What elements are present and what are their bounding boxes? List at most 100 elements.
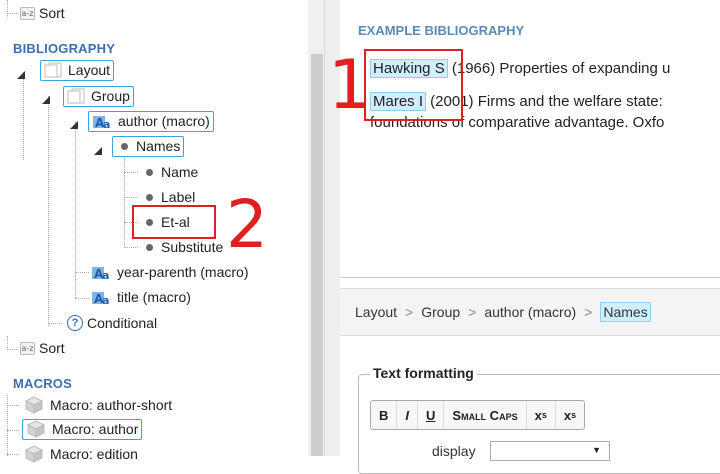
tree-node-macro-author[interactable]: Macro: author: [22, 418, 143, 440]
group-icon: [67, 88, 85, 104]
breadcrumb-separator: >: [584, 304, 593, 320]
bullet-icon: [146, 243, 153, 251]
bullet-icon: [146, 168, 153, 176]
tree-node-author-macro[interactable]: Aa author (macro): [88, 110, 214, 132]
tree-node-title-macro[interactable]: Aa title (macro): [91, 287, 191, 307]
macro-cube-icon: [24, 445, 44, 463]
tree-line: [124, 197, 138, 198]
tree-node-macro-author-short[interactable]: Macro: author-short: [22, 395, 172, 415]
superscript-mark: s: [541, 410, 547, 420]
collapse-toggle-icon[interactable]: [17, 66, 25, 79]
breadcrumb-item-author-macro[interactable]: author (macro): [484, 304, 576, 320]
tree-node-names[interactable]: Names: [112, 135, 185, 157]
tree-line: [75, 298, 89, 299]
tree-line: [23, 72, 24, 160]
bullet-icon: [121, 142, 128, 150]
display-label: display: [432, 443, 476, 459]
breadcrumb-item-group[interactable]: Group: [421, 304, 460, 320]
node-label: Sort: [39, 5, 65, 21]
svg-text:a: a: [103, 118, 110, 130]
tree-line: [7, 405, 19, 406]
svg-text:a: a: [102, 294, 109, 306]
breadcrumb-separator: >: [405, 304, 414, 320]
breadcrumb: Layout > Group > author (macro) > Names: [340, 288, 720, 336]
bib-entry-text: (1966) Properties of expanding u: [447, 60, 671, 77]
bold-button[interactable]: B: [371, 401, 398, 429]
breadcrumb-item-names[interactable]: Names: [600, 302, 651, 322]
tree-line: [48, 323, 62, 324]
tree-node-sort-bottom[interactable]: a-z Sort: [20, 338, 65, 358]
node-label: Label: [161, 189, 196, 205]
annotation-number-2: 2: [226, 186, 268, 263]
annotation-box-2: [132, 205, 216, 239]
macro-cube-icon: [24, 396, 44, 414]
superscript-x: x: [534, 407, 542, 423]
breadcrumb-item-layout[interactable]: Layout: [355, 304, 397, 320]
node-label: Names: [136, 138, 181, 154]
node-editor: Text formatting B I U Small Caps xs xs d…: [340, 337, 720, 474]
collapse-toggle-icon[interactable]: [94, 142, 102, 155]
tree-line: [75, 272, 89, 273]
display-select[interactable]: ▼: [490, 441, 610, 461]
tree-line: [48, 96, 49, 326]
tree-node-group[interactable]: Group: [63, 85, 134, 107]
tree-line: [7, 0, 8, 18]
node-label: Name: [161, 164, 199, 180]
annotation-number-1: 1: [328, 46, 372, 125]
italic-button[interactable]: I: [397, 401, 419, 429]
sort-icon: a-z: [20, 6, 35, 20]
text-formatting-toolbar: B I U Small Caps xs xs: [370, 400, 586, 430]
node-label: Sort: [39, 340, 65, 356]
tree-line: [7, 336, 8, 350]
small-caps-button[interactable]: Small Caps: [444, 401, 527, 429]
bibliography-preview: EXAMPLE BIBLIOGRAPHY Hawking S (1966) Pr…: [340, 0, 720, 278]
tree-line: [7, 13, 17, 14]
macro-cube-icon: [26, 420, 46, 438]
node-label: Group: [91, 88, 130, 104]
layout-icon: [44, 62, 62, 78]
tree-node-macro-edition[interactable]: Macro: edition: [22, 444, 138, 464]
tree-node-name[interactable]: Name: [146, 162, 198, 182]
tree-line: [7, 430, 19, 431]
subscript-x: x: [563, 407, 572, 423]
macro-text-icon: Aa: [92, 292, 109, 306]
tree-node-label[interactable]: Label: [146, 187, 195, 207]
underline-button[interactable]: U: [418, 401, 445, 429]
text-formatting-legend: Text formatting: [370, 365, 477, 381]
annotation-box-1: [364, 49, 463, 121]
section-title-bibliography: BIBLIOGRAPHY: [13, 41, 116, 56]
bullet-icon: [146, 193, 153, 201]
tree-line: [7, 454, 19, 455]
svg-text:a: a: [102, 269, 109, 281]
macro-text-icon: Aa: [93, 116, 110, 130]
collapse-toggle-icon[interactable]: [70, 116, 78, 129]
tree-scrollbar-thumb[interactable]: [311, 54, 323, 456]
node-label: Conditional: [87, 315, 158, 331]
tree-node-sort-top[interactable]: a-z Sort: [20, 3, 65, 23]
superscript-button[interactable]: xs: [527, 401, 556, 429]
node-label: Substitute: [161, 239, 224, 255]
tree-node-year-parenth-macro[interactable]: Aa year-parenth (macro): [91, 262, 249, 282]
node-label: Layout: [68, 62, 111, 78]
node-label: Macro: edition: [50, 446, 138, 462]
chevron-down-icon: ▼: [592, 445, 601, 455]
tree-line: [124, 172, 138, 173]
breadcrumb-separator: >: [468, 304, 477, 320]
section-title-macros: MACROS: [13, 376, 72, 391]
tree-line: [7, 349, 17, 350]
help-icon: ?: [67, 315, 83, 331]
macro-text-icon: Aa: [92, 267, 109, 281]
tree-node-layout[interactable]: Layout: [40, 59, 115, 81]
sort-icon: a-z: [20, 341, 35, 355]
node-label: year-parenth (macro): [117, 264, 249, 280]
preview-title: EXAMPLE BIBLIOGRAPHY: [358, 23, 525, 38]
tree-node-conditional[interactable]: ? Conditional: [67, 313, 157, 333]
subscript-mark: s: [571, 410, 577, 420]
node-label: title (macro): [117, 289, 191, 305]
node-label: Macro: author-short: [50, 397, 173, 413]
tree-line: [124, 247, 138, 248]
collapse-toggle-icon[interactable]: [42, 91, 50, 104]
subscript-button[interactable]: xs: [556, 401, 584, 429]
node-label: author (macro): [118, 113, 210, 129]
tree-node-substitute[interactable]: Substitute: [146, 237, 223, 257]
